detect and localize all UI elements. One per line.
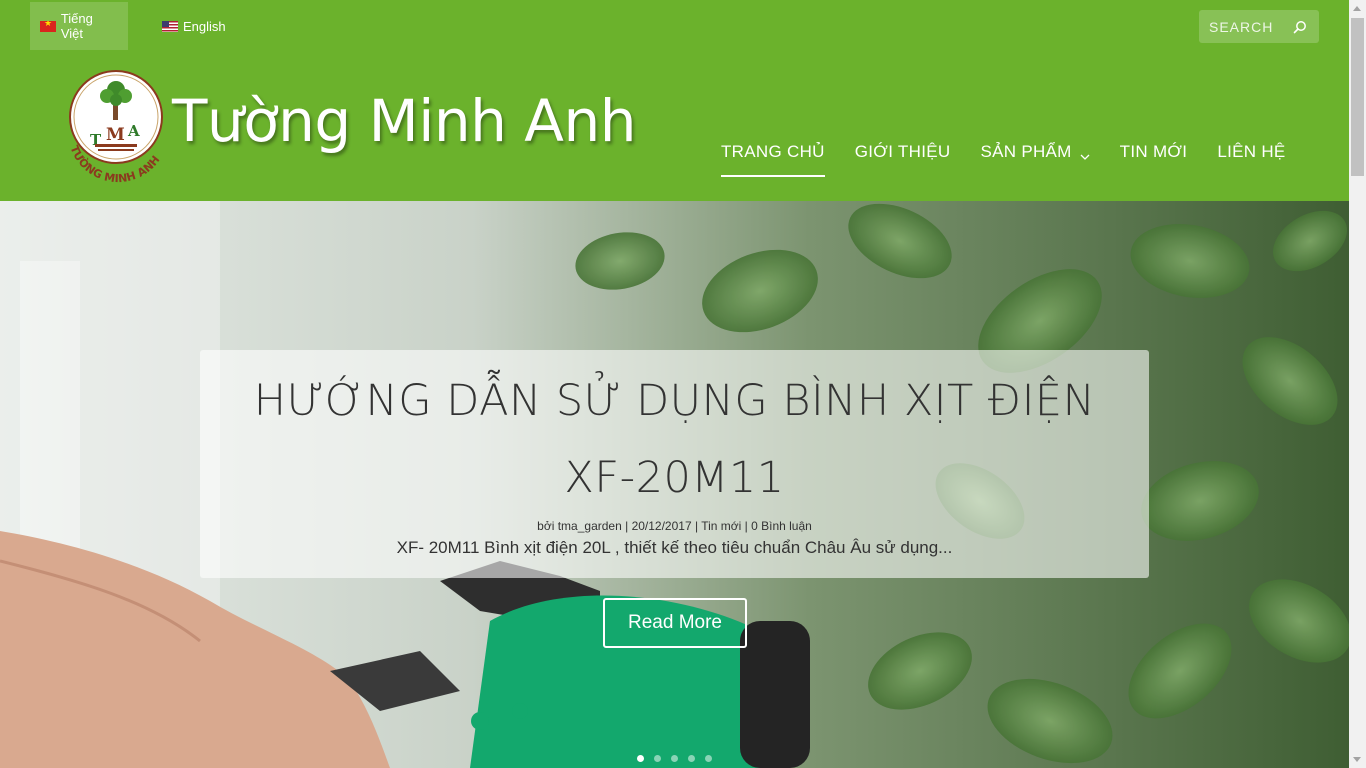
search-icon[interactable] (1289, 16, 1311, 38)
hero-slider: HƯỚNG DẪN SỬ DỤNG BÌNH XỊT ĐIỆN XF-20M11… (0, 201, 1349, 768)
nav-label: GIỚI THIỆU (854, 142, 951, 161)
slider-dot[interactable] (671, 755, 678, 762)
language-label: English (183, 18, 226, 34)
scroll-up-arrow-icon[interactable] (1353, 6, 1361, 11)
svg-text:A: A (127, 122, 140, 140)
main-nav: TRANG CHỦ GIỚI THIỆU SẢN PHẨM TIN MỚI LI… (721, 142, 1316, 177)
nav-label: LIÊN HỆ (1217, 142, 1286, 161)
language-english[interactable]: English (152, 2, 236, 50)
slider-dot[interactable] (688, 755, 695, 762)
post-excerpt: XF- 20M11 Bình xịt điện 20L , thiết kế t… (396, 538, 953, 557)
nav-label: TRANG CHỦ (721, 142, 825, 161)
post-author[interactable]: bởi tma_garden (537, 519, 622, 533)
scroll-down-arrow-icon[interactable] (1353, 757, 1361, 762)
chevron-down-icon (1080, 146, 1090, 166)
page-scrollbar[interactable] (1349, 0, 1366, 768)
svg-text:M: M (106, 125, 125, 145)
slider-dot[interactable] (705, 755, 712, 762)
search-input[interactable] (1199, 18, 1289, 35)
post-meta: bởi tma_garden | 20/12/2017 | Tin mới | … (537, 519, 812, 533)
post-comments[interactable]: 0 Bình luận (751, 519, 812, 533)
read-more-button[interactable]: Read More (603, 598, 747, 648)
nav-item-contact[interactable]: LIÊN HỆ (1217, 142, 1285, 177)
brand-name[interactable]: Tường Minh Anh (172, 92, 637, 150)
scrollbar-thumb[interactable] (1351, 18, 1364, 176)
top-bar: Tiếng Việt English (0, 0, 1349, 52)
language-vietnamese[interactable]: Tiếng Việt (30, 2, 128, 50)
slide-caption: HƯỚNG DẪN SỬ DỤNG BÌNH XỊT ĐIỆN XF-20M11… (200, 350, 1149, 578)
vietnam-flag-icon (40, 20, 56, 32)
nav-label: SẢN PHẨM (980, 142, 1072, 161)
slider-dot[interactable] (637, 755, 644, 762)
slider-dot[interactable] (654, 755, 661, 762)
nav-item-news[interactable]: TIN MỚI (1120, 142, 1188, 177)
site-header: Tiếng Việt English T M (0, 0, 1349, 201)
post-date: 20/12/2017 (631, 519, 692, 533)
site-logo[interactable]: T M A TƯỜNG MINH ANH (65, 70, 170, 188)
language-label: Tiếng Việt (60, 11, 93, 41)
nav-item-home[interactable]: TRANG CHỦ (721, 142, 825, 177)
nav-item-products[interactable]: SẢN PHẨM (980, 142, 1090, 177)
slider-pagination (637, 755, 722, 762)
post-category[interactable]: Tin mới (701, 519, 741, 533)
search-box (1199, 10, 1319, 43)
us-flag-icon (162, 20, 178, 32)
nav-item-about[interactable]: GIỚI THIỆU (855, 142, 951, 177)
nav-label: TIN MỚI (1119, 142, 1188, 161)
slide-title[interactable]: HƯỚNG DẪN SỬ DỤNG BÌNH XỊT ĐIỆN XF-20M11 (200, 350, 1149, 517)
